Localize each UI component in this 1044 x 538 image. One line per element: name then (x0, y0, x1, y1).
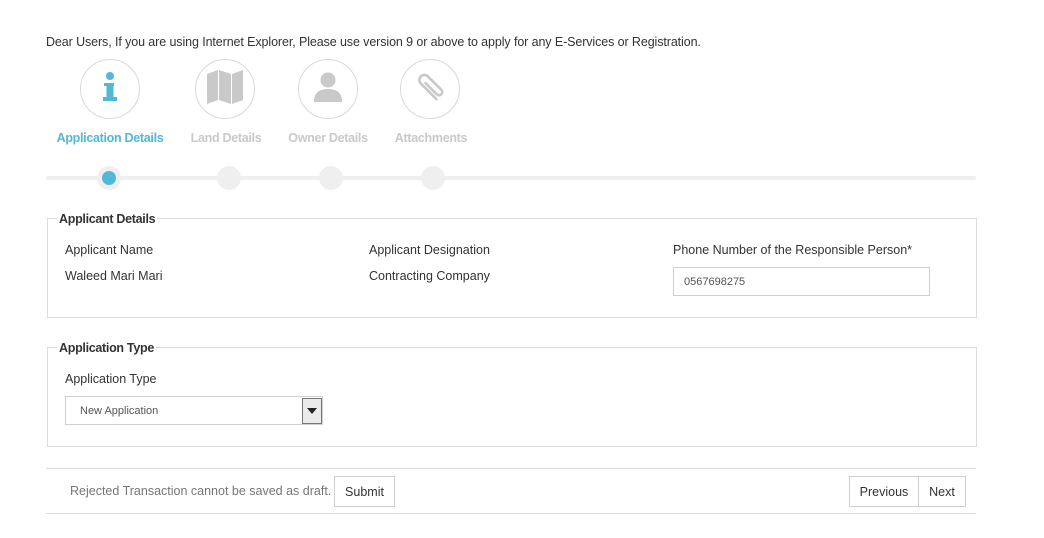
application-type-title: Application Type (57, 341, 156, 355)
phone-number-input[interactable] (673, 267, 930, 296)
step-label-land-details[interactable]: Land Details (191, 131, 262, 145)
application-type-select[interactable]: New Application (65, 396, 323, 425)
step-attachments[interactable] (400, 59, 460, 119)
step-label-application-details[interactable]: Application Details (57, 131, 164, 145)
step-label-owner-details[interactable]: Owner Details (288, 131, 368, 145)
paperclip-icon (413, 70, 447, 109)
step-application-details[interactable] (80, 59, 140, 119)
applicant-name-value: Waleed Mari Mari (65, 269, 163, 283)
submit-button[interactable]: Submit (334, 476, 395, 507)
progress-dot-attachments (421, 166, 445, 190)
next-button[interactable]: Next (918, 476, 966, 507)
phone-number-label: Phone Number of the Responsible Person* (673, 243, 913, 257)
footer-top-divider (46, 468, 976, 469)
progress-track (46, 176, 976, 180)
draft-warning-note: Rejected Transaction cannot be saved as … (70, 484, 332, 498)
previous-button[interactable]: Previous (849, 476, 919, 507)
progress-dot-application-details (97, 166, 121, 190)
info-icon (95, 70, 125, 109)
step-land-details[interactable] (195, 59, 255, 119)
applicant-name-label: Applicant Name (65, 243, 154, 257)
progress-dot-owner-details (319, 166, 343, 190)
application-type-selected: New Application (80, 404, 159, 417)
applicant-details-title: Applicant Details (57, 212, 158, 226)
applicant-designation-label: Applicant Designation (369, 243, 490, 257)
step-label-attachments[interactable]: Attachments (395, 131, 468, 145)
user-icon (312, 71, 344, 108)
dropdown-arrow-icon[interactable] (302, 397, 322, 424)
step-owner-details[interactable] (298, 59, 358, 119)
progress-dot-land-details (217, 166, 241, 190)
map-icon (206, 69, 244, 110)
applicant-designation-value: Contracting Company (369, 269, 490, 283)
ie-notice: Dear Users, If you are using Internet Ex… (46, 35, 701, 49)
application-type-label: Application Type (65, 372, 157, 386)
footer-bottom-divider (46, 513, 976, 514)
